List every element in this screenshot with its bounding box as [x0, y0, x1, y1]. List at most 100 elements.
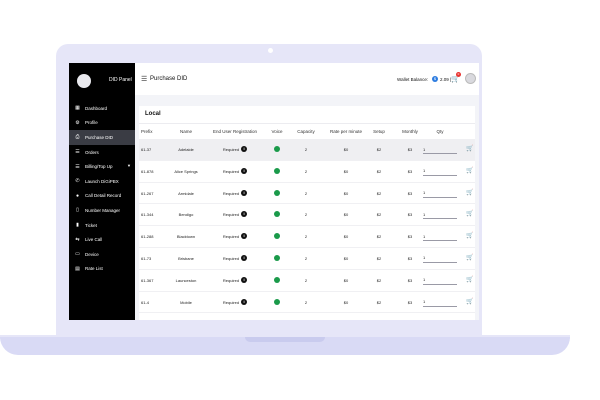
- column-header: End User Registration: [212, 129, 258, 134]
- wallet-amount: 2.09 |: [440, 77, 452, 82]
- monthly-cell: $3: [407, 255, 413, 261]
- info-icon[interactable]: i: [241, 211, 247, 218]
- sidebar-item-label: Purchase DID: [85, 134, 114, 140]
- table-row: 61-288 Blacktown Required 2 $0 $2 $3 i 🛒: [139, 226, 475, 248]
- table-header: Prefix Name End User Registration Voice Capa…: [139, 127, 475, 139]
- prefix-cell: 61-37: [141, 147, 152, 152]
- sidebar-item-orders[interactable]: ☰ Orders: [69, 145, 135, 160]
- sidebar-item-call-detail-record[interactable]: ● Call Detail Record: [69, 189, 135, 204]
- info-icon[interactable]: i: [241, 167, 247, 174]
- sidebar-item-number-manager[interactable]: ▯ Number Manager: [69, 203, 135, 218]
- table-row: 61-37 Adelaide Required 2 $0 $2 $3 i 🛒: [139, 139, 475, 161]
- voice-status-indicator: [274, 276, 280, 283]
- add-to-cart-icon[interactable]: 🛒: [466, 167, 473, 174]
- rate-cell: $0: [343, 299, 349, 305]
- sidebar-item-ticket[interactable]: ▮ Ticket: [69, 218, 135, 233]
- add-to-cart-icon[interactable]: 🛒: [466, 232, 473, 239]
- monthly-cell: $3: [407, 147, 413, 152]
- brand[interactable]: DID Panel: [75, 73, 135, 91]
- device-icon: ▭: [75, 251, 80, 258]
- add-to-cart-icon[interactable]: 🛒: [466, 189, 473, 196]
- printer-icon: ⎙: [75, 134, 80, 141]
- divider: [139, 123, 475, 124]
- sidebar-nav: ▦ Dashboard ⚙ Profile ⎙ Purchase DID ☰ Orders ☰ B…: [69, 101, 135, 276]
- column-header: Qty: [436, 129, 444, 134]
- add-to-cart-icon[interactable]: 🛒: [466, 254, 473, 261]
- add-to-cart-icon[interactable]: 🛒: [466, 210, 473, 217]
- column-header: Voice: [271, 129, 283, 134]
- user-avatar-icon[interactable]: [465, 73, 476, 84]
- sidebar-item-live-call[interactable]: ⇆ Live Call: [69, 232, 135, 247]
- quantity-input[interactable]: [423, 297, 457, 307]
- voice-status-indicator: [274, 146, 280, 152]
- quantity-input[interactable]: [423, 232, 457, 242]
- table-row: 61-367 Launceston Required 2 $0 $2 $3 i 🛒: [139, 270, 475, 292]
- name-cell: Blacktown: [176, 234, 196, 240]
- transfer-icon: ⇆: [75, 236, 80, 243]
- info-icon[interactable]: i: [241, 233, 247, 240]
- sidebar: DID Panel ▦ Dashboard ⚙ Profile ⎙ Purchase DI…: [69, 63, 135, 320]
- sidebar-item-dashboard[interactable]: ▦ Dashboard: [69, 101, 135, 116]
- sidebar-item-launch-digipbx[interactable]: ✆ Launch DiGiPBX: [69, 174, 135, 189]
- rate-cell: $0: [343, 255, 349, 261]
- billing-icon: ☰: [75, 163, 80, 170]
- name-cell: Armidale: [178, 190, 194, 196]
- sidebar-item-label: Call Detail Record: [85, 193, 122, 199]
- gear-icon: ⚙: [75, 119, 80, 126]
- prefix-cell: 61-878: [141, 168, 154, 174]
- quantity-input[interactable]: [423, 210, 457, 220]
- quantity-input[interactable]: [423, 275, 457, 285]
- registration-cell: Required: [222, 255, 240, 261]
- chevron-down-icon: ▼: [127, 163, 131, 169]
- name-cell: Mobile: [180, 299, 192, 305]
- capacity-cell: 2: [304, 277, 308, 283]
- registration-cell: Required: [222, 277, 240, 283]
- setup-cell: $2: [376, 212, 382, 218]
- sidebar-item-label: Orders: [85, 149, 99, 155]
- sidebar-item-profile[interactable]: ⚙ Profile: [69, 116, 135, 131]
- info-icon[interactable]: i: [241, 146, 247, 152]
- add-to-cart-icon[interactable]: 🛒: [466, 298, 473, 305]
- coin-icon: $: [432, 76, 438, 82]
- did-table-card: Local Prefix Name End User Registration Voi…: [139, 106, 475, 320]
- info-icon[interactable]: i: [241, 189, 247, 196]
- capacity-cell: 2: [304, 255, 308, 261]
- monthly-cell: $3: [407, 168, 413, 174]
- add-to-cart-icon[interactable]: 🛒: [466, 276, 473, 283]
- sidebar-item-label: Profile: [85, 120, 98, 126]
- quantity-input[interactable]: [423, 145, 457, 154]
- add-to-cart-icon[interactable]: 🛒: [466, 145, 473, 152]
- rate-cell: $0: [343, 168, 349, 174]
- setup-cell: $2: [376, 168, 382, 174]
- quantity-input[interactable]: [423, 188, 457, 198]
- brand-avatar: [77, 74, 91, 88]
- prefix-cell: 61-344: [141, 212, 154, 218]
- sidebar-item-rate-list[interactable]: ▤ Rate List: [69, 262, 135, 277]
- info-icon[interactable]: i: [241, 298, 247, 305]
- info-icon[interactable]: i: [241, 254, 247, 261]
- name-cell: Brisbane: [178, 255, 194, 261]
- info-icon[interactable]: i: [241, 276, 247, 283]
- sidebar-item-device[interactable]: ▭ Device: [69, 247, 135, 262]
- sidebar-item-billing-top-up[interactable]: ☰ Billing/Top Up ▼: [69, 159, 135, 174]
- column-header: Setup: [373, 129, 385, 134]
- setup-cell: $2: [376, 299, 382, 305]
- voice-status-indicator: [274, 254, 280, 261]
- capacity-cell: 2: [304, 147, 308, 152]
- hamburger-menu-icon[interactable]: ☰: [141, 76, 147, 83]
- table-row: 61-267 Armidale Required 2 $0 $2 $3 i 🛒: [139, 183, 475, 205]
- orders-icon: ☰: [75, 149, 80, 156]
- registration-cell: Required: [222, 147, 240, 152]
- registration-cell: Required: [222, 212, 240, 218]
- sidebar-item-purchase-did[interactable]: ⎙ Purchase DID: [69, 130, 135, 145]
- quantity-input[interactable]: [423, 166, 457, 176]
- column-header: Rate per minute: [329, 129, 363, 134]
- capacity-cell: 2: [304, 190, 308, 196]
- table-row: 61-878 Alice Springs Required 2 $0 $2 $3 i 🛒: [139, 161, 475, 183]
- capacity-cell: 2: [304, 168, 308, 174]
- sidebar-item-label: Rate List: [85, 266, 103, 272]
- table-body: 61-37 Adelaide Required 2 $0 $2 $3 i 🛒 61-878 Alic…: [139, 139, 475, 314]
- number-icon: ▯: [76, 207, 79, 214]
- setup-cell: $2: [376, 277, 382, 283]
- quantity-input[interactable]: [423, 253, 457, 263]
